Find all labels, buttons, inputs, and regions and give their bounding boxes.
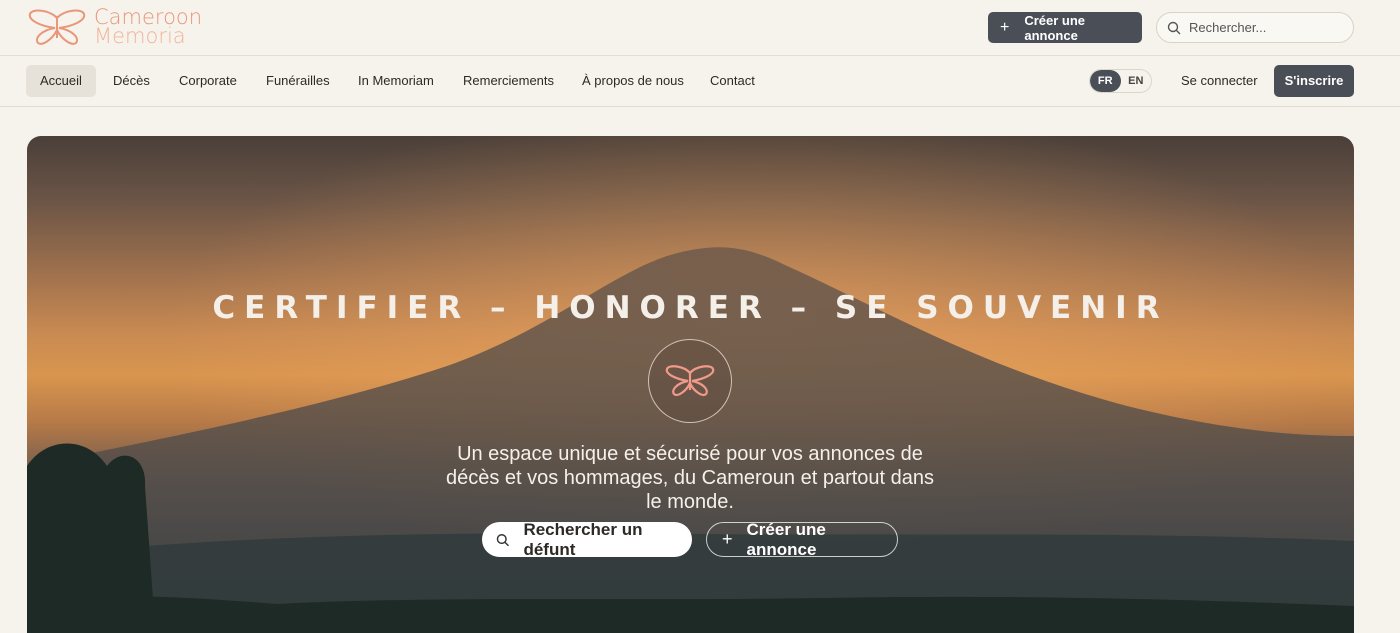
logo-line2: Memoria <box>94 24 186 48</box>
search-deceased-button[interactable]: Rechercher un défunt <box>482 519 692 559</box>
nav-item-remerciements[interactable]: Remerciements <box>449 65 568 97</box>
nav-item-contact[interactable]: Contact <box>696 65 769 97</box>
butterfly-icon <box>28 9 86 45</box>
main-nav: Accueil Décès Corporate Funérailles In M… <box>0 56 1400 107</box>
nav-item-deces[interactable]: Décès <box>99 65 164 97</box>
nav-item-accueil[interactable]: Accueil <box>26 65 96 97</box>
plus-icon: + <box>1000 18 1010 36</box>
site-logo[interactable]: Cameroon Memoria <box>26 7 202 48</box>
search-deceased-label: Rechercher un défunt <box>523 519 643 559</box>
search-input[interactable] <box>1189 20 1339 35</box>
hero-banner: CERTIFIER – HONORER – SE SOUVENIR Un esp… <box>27 136 1354 633</box>
lang-fr-button[interactable]: FR <box>1090 70 1121 92</box>
logo-text: Cameroon Memoria <box>94 7 202 48</box>
login-link[interactable]: Se connecter <box>1181 73 1258 88</box>
create-announcement-label: Créer une annonce <box>1024 12 1086 43</box>
hero-create-announcement-label: Créer une annonce <box>746 519 826 559</box>
hero-create-announcement-button[interactable]: + Créer une annonce <box>706 519 898 559</box>
nav-item-funerailles[interactable]: Funérailles <box>252 65 344 97</box>
nav-item-corporate[interactable]: Corporate <box>165 65 251 97</box>
hero-description: Un espace unique et sécurisé pour vos an… <box>445 443 935 513</box>
butterfly-icon <box>665 365 715 396</box>
create-announcement-button[interactable]: + Créer une annonce <box>988 12 1142 43</box>
plus-icon: + <box>722 529 733 549</box>
language-switcher: FR EN <box>1089 69 1152 93</box>
search-icon <box>1167 21 1181 34</box>
nav-item-a-propos[interactable]: À propos de nous <box>568 65 698 97</box>
search-box[interactable] <box>1156 12 1354 43</box>
lang-en-button[interactable]: EN <box>1121 70 1152 92</box>
hero-tagline: CERTIFIER – HONORER – SE SOUVENIR <box>212 290 1169 326</box>
nav-item-in-memoriam[interactable]: In Memoriam <box>344 65 448 97</box>
hero-emblem <box>648 339 732 423</box>
search-icon <box>496 533 509 546</box>
signup-button[interactable]: S'inscrire <box>1274 65 1354 97</box>
top-bar: Cameroon Memoria + Créer une annonce <box>0 0 1400 56</box>
